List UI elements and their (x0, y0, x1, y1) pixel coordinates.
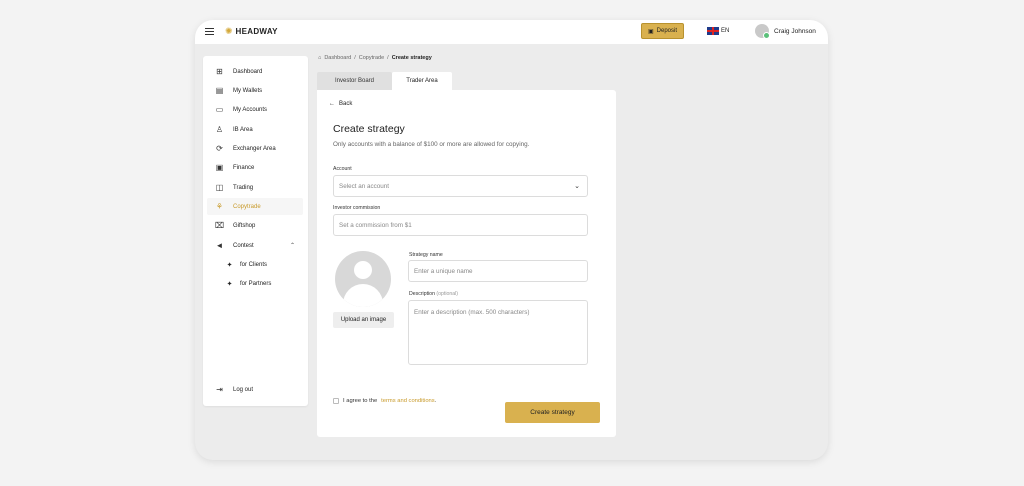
commission-label: Investor commission (333, 205, 381, 211)
commission-placeholder: Set a commission from $1 (339, 221, 412, 229)
breadcrumb-current: Create strategy (391, 55, 432, 61)
sidebar-item-label: IB Area (233, 126, 253, 133)
agree-prefix: I agree to the (343, 398, 378, 404)
logo-icon: ✺ (225, 26, 233, 36)
terms-link[interactable]: terms and conditions (381, 398, 435, 404)
language-label: EN (721, 28, 730, 34)
megaphone-icon: ◄ (215, 241, 224, 250)
sidebar-item-ib-area[interactable]: ♙ IB Area (207, 121, 303, 138)
accounts-icon: ▭ (215, 105, 224, 114)
sidebar-item-exchanger-area[interactable]: ⟳ Exchanger Area (207, 140, 303, 157)
avatar (755, 24, 770, 39)
strategy-name-placeholder: Enter a unique name (414, 267, 473, 275)
optional-hint: (optional) (436, 291, 459, 297)
app-window: ✺ HEADWAY ▣ Deposit EN Craig Johnson ⊞ Da… (195, 20, 828, 460)
commission-input[interactable]: Set a commission from $1 (333, 214, 588, 236)
tab-investor-board[interactable]: Investor Board (317, 72, 392, 90)
strategy-image-placeholder (335, 251, 391, 307)
breadcrumb: ⌂ Dashboard / Copytrade / Create strateg… (318, 55, 432, 61)
sidebar-item-finance[interactable]: ▣ Finance (207, 159, 303, 176)
sidebar-item-for-partners[interactable]: ✦ for Partners (225, 275, 303, 292)
back-label: Back (339, 101, 353, 107)
logo[interactable]: ✺ HEADWAY (225, 26, 278, 36)
account-placeholder: Select an account (339, 182, 390, 190)
chevron-down-icon: ⌄ (574, 183, 580, 190)
strategy-name-input[interactable]: Enter a unique name (408, 260, 588, 282)
terms-agreement: I agree to the terms and conditions. (333, 398, 436, 404)
sparkle-icon: ✦ (226, 261, 233, 269)
user-name: Craig Johnson (774, 27, 816, 35)
tab-trader-area[interactable]: Trader Area (392, 72, 452, 90)
home-icon: ⌂ (318, 55, 322, 61)
chevron-up-icon[interactable]: ⌃ (290, 242, 295, 249)
strategy-name-label: Strategy name (409, 252, 443, 258)
sidebar-item-label: Exchanger Area (233, 145, 276, 152)
exchange-icon: ⟳ (216, 144, 223, 153)
description-label: Description (optional) (409, 291, 458, 297)
breadcrumb-copytrade[interactable]: Copytrade (359, 55, 384, 61)
tabs: Investor Board Trader Area (317, 72, 452, 90)
sidebar-item-label: My Accounts (233, 106, 268, 113)
create-strategy-button[interactable]: Create strategy (505, 402, 600, 423)
chart-icon: ◫ (215, 183, 224, 192)
sidebar-item-label: Contest (233, 242, 254, 249)
sidebar-item-giftshop[interactable]: ⌧ Giftshop (207, 217, 303, 234)
wallet-icon: ▣ (647, 28, 654, 35)
terms-checkbox[interactable] (333, 398, 339, 404)
sidebar-item-my-accounts[interactable]: ▭ My Accounts (207, 101, 303, 118)
deposit-label: Deposit (656, 28, 677, 34)
sidebar-item-contest[interactable]: ◄ Contest ⌃ (207, 237, 303, 254)
breadcrumb-dashboard[interactable]: Dashboard (324, 55, 351, 61)
create-strategy-panel: ← Back Create strategy Only accounts wit… (317, 90, 616, 437)
description-label-text: Description (409, 291, 435, 297)
person-icon: ♙ (215, 125, 224, 134)
sidebar-item-dashboard[interactable]: ⊞ Dashboard (207, 63, 303, 80)
description-placeholder: Enter a description (max. 500 characters… (414, 309, 530, 316)
logout-button[interactable]: ⇥ Log out (207, 381, 303, 398)
sidebar-item-label: for Clients (240, 261, 268, 268)
sidebar-item-label: My Wallets (233, 87, 263, 94)
sidebar-item-copytrade[interactable]: ⚘ Copytrade (207, 198, 303, 215)
sidebar-item-label: for Partners (240, 280, 272, 287)
page-title: Create strategy (333, 123, 405, 135)
sidebar-item-my-wallets[interactable]: ▤ My Wallets (207, 82, 303, 99)
top-bar: ✺ HEADWAY ▣ Deposit EN Craig Johnson (195, 20, 828, 44)
gift-icon: ⌧ (214, 221, 225, 230)
language-selector[interactable]: EN (707, 27, 729, 35)
sidebar-item-trading[interactable]: ◫ Trading (207, 179, 303, 196)
breadcrumb-separator: / (387, 55, 389, 61)
agree-suffix: . (434, 398, 437, 404)
finance-icon: ▣ (215, 163, 224, 172)
copytrade-icon: ⚘ (215, 202, 224, 211)
sidebar-item-label: Giftshop (233, 222, 256, 229)
sidebar-item-label: Copytrade (233, 203, 261, 210)
sidebar-item-label: Finance (233, 164, 255, 171)
arrow-left-icon: ← (329, 101, 335, 107)
logout-icon: ⇥ (216, 385, 223, 394)
account-label: Account (333, 166, 352, 172)
wallet-icon: ▤ (215, 86, 224, 95)
account-select[interactable]: Select an account ⌄ (333, 175, 588, 197)
user-menu[interactable]: Craig Johnson (755, 24, 816, 39)
menu-icon[interactable] (205, 28, 214, 35)
breadcrumb-separator: / (354, 55, 356, 61)
description-textarea[interactable]: Enter a description (max. 500 characters… (408, 300, 588, 365)
logo-text: HEADWAY (235, 26, 278, 36)
upload-image-button[interactable]: Upload an image (333, 312, 394, 328)
back-button[interactable]: ← Back (329, 101, 352, 107)
sparkle-icon: ✦ (226, 280, 233, 288)
page-subtitle: Only accounts with a balance of $100 or … (333, 141, 530, 148)
uk-flag-icon (707, 27, 719, 35)
sidebar-item-label: Trading (233, 184, 254, 191)
sidebar-item-label: Dashboard (233, 68, 263, 75)
sidebar: ⊞ Dashboard ▤ My Wallets ▭ My Accounts ♙ IB … (203, 56, 308, 406)
grid-icon: ⊞ (216, 67, 223, 76)
sidebar-item-for-clients[interactable]: ✦ for Clients (225, 256, 303, 273)
logout-label: Log out (233, 386, 254, 393)
deposit-button[interactable]: ▣ Deposit (641, 23, 684, 39)
